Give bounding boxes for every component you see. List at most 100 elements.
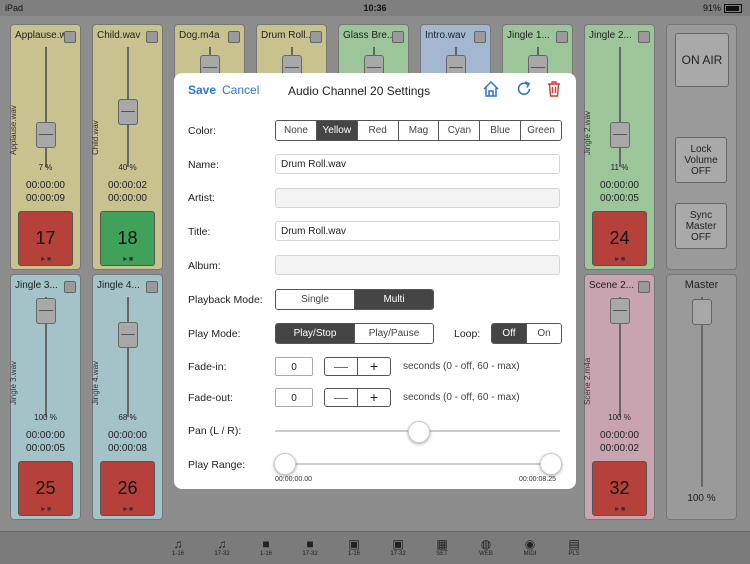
fade-out-stepper: — +: [324, 388, 391, 407]
fade-out-input[interactable]: 0: [275, 388, 313, 407]
channel-play-pad[interactable]: 18 ►■: [100, 211, 155, 266]
channel-name[interactable]: Scene 2...: [589, 280, 639, 291]
play-range-end-thumb[interactable]: [540, 453, 562, 475]
color-option-red[interactable]: Red: [356, 121, 398, 140]
master-label: Master: [684, 279, 719, 291]
channel-play-pad[interactable]: 24 ►■: [592, 211, 647, 266]
channel-play-pad[interactable]: 17 ►■: [18, 211, 73, 266]
pan-slider-thumb[interactable]: [407, 421, 430, 443]
color-option-yellow[interactable]: Yellow: [315, 121, 357, 140]
fade-in-input[interactable]: 0: [275, 357, 313, 376]
tab-1-16[interactable]: ■ 1-16: [248, 538, 284, 558]
channel-name[interactable]: Dog.m4a: [179, 30, 229, 41]
channel-select-checkbox[interactable]: [310, 31, 322, 43]
channel-name[interactable]: Child.wav: [97, 30, 147, 41]
tab-set[interactable]: ▦ SET: [424, 538, 460, 558]
tab-1-16[interactable]: ▣ 1-16: [336, 538, 372, 558]
channel-fader-knob[interactable]: [118, 99, 138, 125]
channel-fader-knob[interactable]: [36, 298, 56, 324]
save-button[interactable]: Save: [188, 83, 216, 97]
sync-master-button[interactable]: Sync Master OFF: [675, 203, 727, 249]
on-air-button[interactable]: ON AIR: [675, 33, 729, 87]
channel-name[interactable]: Jingle 2...: [589, 30, 639, 41]
play-range-track[interactable]: [284, 463, 551, 465]
reload-icon[interactable]: [515, 80, 533, 98]
channel-name[interactable]: Intro.wav: [425, 30, 475, 41]
channel-select-checkbox[interactable]: [64, 31, 76, 43]
channel-select-checkbox[interactable]: [556, 31, 568, 43]
play-mode-option-playpause[interactable]: Play/Pause: [354, 324, 433, 343]
channel-play-pad[interactable]: 32 ►■: [592, 461, 647, 516]
channel-volume-percent: 11 %: [610, 163, 629, 172]
channel-vertical-name: Jingle 3.wav: [9, 360, 18, 405]
channel-strip: Jingle 3... Jingle 3.wav 100 % 00:00:00 00:0…: [9, 274, 81, 520]
tab-web[interactable]: ◍ WEB: [468, 538, 504, 558]
channel-vertical-name: Jingle 4.wav: [91, 360, 100, 405]
title-field[interactable]: Drum Roll.wav: [275, 221, 560, 241]
channel-fader-knob[interactable]: [610, 122, 630, 148]
channel-volume-percent: 68 %: [118, 413, 137, 422]
tab-17-32[interactable]: ■ 17-32: [292, 538, 328, 558]
playback-option-single[interactable]: Single: [276, 290, 354, 309]
channel-name[interactable]: Applause.wav: [15, 30, 65, 41]
channel-fader-knob[interactable]: [118, 322, 138, 348]
tab-label: 17-32: [302, 551, 318, 557]
playback-option-multi[interactable]: Multi: [354, 290, 433, 309]
play-stop-icon: ►■: [613, 506, 626, 513]
channel-name[interactable]: Glass Bre...: [343, 30, 393, 41]
home-icon[interactable]: [482, 80, 500, 98]
channel-elapsed-time: 00:00:00: [26, 430, 65, 441]
channel-select-checkbox[interactable]: [64, 281, 76, 293]
channel-play-pad[interactable]: 25 ►■: [18, 461, 73, 516]
color-option-blue[interactable]: Blue: [479, 121, 521, 140]
cancel-button[interactable]: Cancel: [222, 83, 259, 97]
tab-label: 17-32: [390, 551, 406, 557]
channel-select-checkbox[interactable]: [474, 31, 486, 43]
channel-select-checkbox[interactable]: [392, 31, 404, 43]
channel-select-checkbox[interactable]: [638, 31, 650, 43]
channel-name[interactable]: Jingle 3...: [15, 280, 65, 291]
artist-field[interactable]: [275, 188, 560, 208]
channel-volume-percent: 100 %: [608, 413, 631, 422]
loop-selector: Off On: [491, 323, 562, 344]
tab-17-32[interactable]: ▣ 17-32: [380, 538, 416, 558]
channel-name[interactable]: Jingle 1...: [507, 30, 557, 41]
channel-fader-knob[interactable]: [610, 298, 630, 324]
channel-name[interactable]: Drum Roll...: [261, 30, 311, 41]
fade-out-increment-button[interactable]: +: [357, 389, 390, 406]
channel-fader-knob[interactable]: [36, 122, 56, 148]
trash-icon[interactable]: [545, 80, 563, 98]
fade-in-hint: seconds (0 - off, 60 - max): [403, 361, 520, 372]
tab-icon: ♫: [217, 537, 227, 551]
tab-1-16[interactable]: ♫ 1-16: [160, 538, 196, 558]
fade-in-increment-button[interactable]: +: [357, 358, 390, 375]
tab-pls[interactable]: ▤ PLS: [556, 538, 592, 558]
channel-select-checkbox[interactable]: [146, 31, 158, 43]
color-option-green[interactable]: Green: [520, 121, 561, 140]
channel-select-checkbox[interactable]: [146, 281, 158, 293]
channel-play-pad[interactable]: 26 ►■: [100, 461, 155, 516]
play-range-start-thumb[interactable]: [274, 453, 296, 475]
fade-out-decrement-button[interactable]: —: [325, 389, 357, 406]
play-mode-option-playstop[interactable]: Play/Stop: [276, 324, 354, 343]
channel-select-checkbox[interactable]: [638, 281, 650, 293]
color-option-mag[interactable]: Mag: [397, 121, 439, 140]
fade-in-decrement-button[interactable]: —: [325, 358, 357, 375]
name-field[interactable]: Drum Roll.wav: [275, 154, 560, 174]
channel-strip: Scene 2... Scene 2.m4a 100 % 00:00:00 00:00:…: [583, 274, 655, 520]
tab-midi[interactable]: ◉ MIDI: [512, 538, 548, 558]
loop-option-on[interactable]: On: [526, 324, 561, 343]
lock-volume-button[interactable]: Lock Volume OFF: [675, 137, 727, 183]
tab-17-32[interactable]: ♫ 17-32: [204, 537, 240, 558]
channel-elapsed-time: 00:00:00: [600, 430, 639, 441]
master-fader-knob[interactable]: [692, 299, 712, 325]
master-track: [701, 297, 703, 487]
channel-name[interactable]: Jingle 4...: [97, 280, 147, 291]
color-option-cyan[interactable]: Cyan: [438, 121, 480, 140]
channel-select-checkbox[interactable]: [228, 31, 240, 43]
loop-option-off[interactable]: Off: [492, 324, 526, 343]
color-option-none[interactable]: None: [276, 121, 316, 140]
fade-out-hint: seconds (0 - off, 60 - max): [403, 392, 520, 403]
play-stop-icon: ►■: [121, 506, 134, 513]
album-field[interactable]: [275, 255, 560, 275]
